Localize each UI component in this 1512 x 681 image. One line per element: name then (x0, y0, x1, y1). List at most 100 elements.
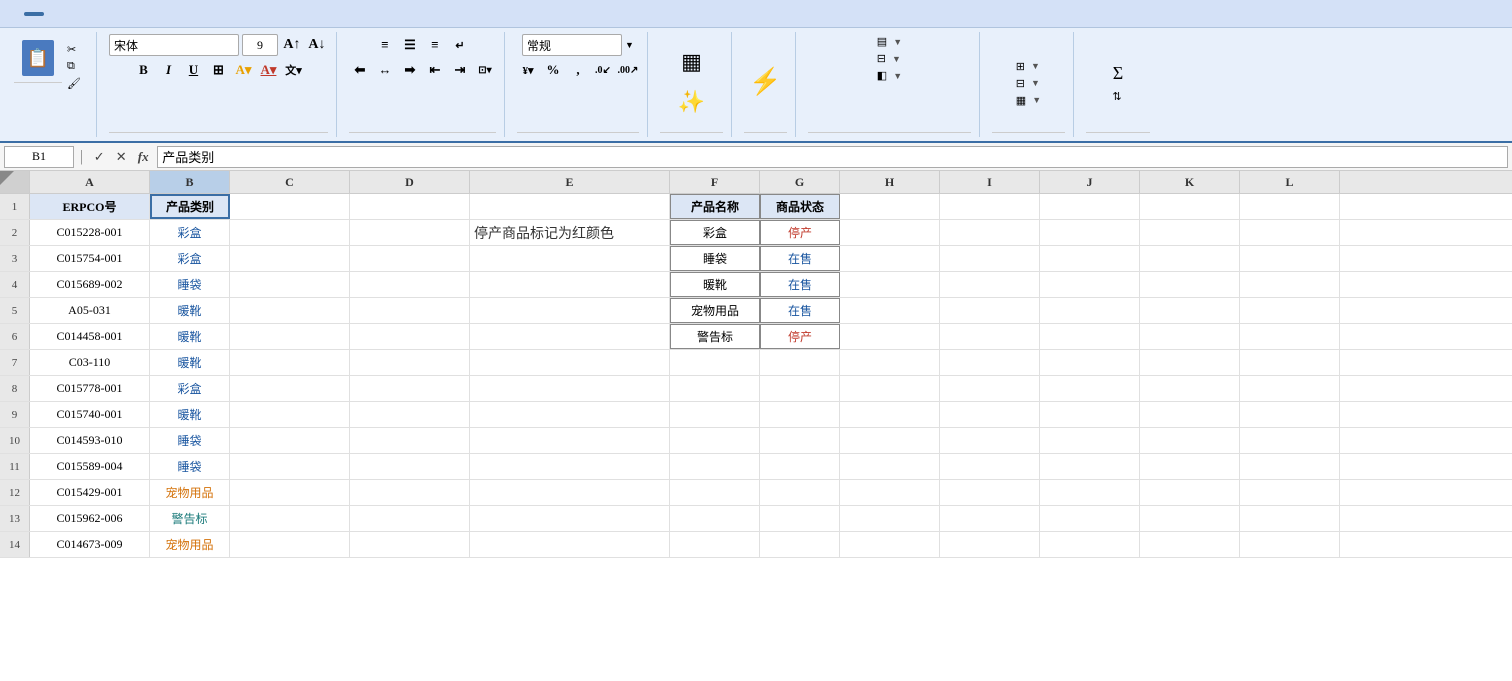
cell-11-K[interactable] (1140, 454, 1240, 479)
cell-7-D[interactable] (350, 350, 470, 375)
cell-9-G[interactable] (760, 402, 840, 427)
cell-5-L[interactable] (1240, 298, 1340, 323)
menu-formula[interactable] (124, 12, 144, 16)
cell-4-D[interactable] (350, 272, 470, 297)
cell-1-E[interactable] (470, 194, 670, 219)
cell-10-C[interactable] (230, 428, 350, 453)
cell-14-E[interactable] (470, 532, 670, 557)
table-beautify-button[interactable]: ✨ (672, 85, 711, 121)
cell-4-G[interactable]: 在售 (760, 272, 840, 297)
col-header-e[interactable]: E (470, 171, 670, 193)
sort-filter-button[interactable]: ⇅ (1107, 89, 1128, 104)
cell-3-L[interactable] (1240, 246, 1340, 271)
cell-6-H[interactable] (840, 324, 940, 349)
cell-13-A[interactable]: C015962-006 (30, 506, 150, 531)
cell-2-B[interactable]: 彩盒 (150, 220, 230, 245)
number-format-arrow[interactable]: ▼ (625, 40, 634, 50)
cell-10-J[interactable] (1040, 428, 1140, 453)
menu-insert[interactable] (64, 12, 84, 16)
cell-3-D[interactable] (350, 246, 470, 271)
col-header-c[interactable]: C (230, 171, 350, 193)
cell-8-I[interactable] (940, 376, 1040, 401)
align-left-btn[interactable]: ⬅ (349, 59, 371, 81)
menu-layout[interactable] (104, 12, 124, 16)
cell-4-F[interactable]: 暖靴 (670, 272, 760, 297)
cell-10-D[interactable] (350, 428, 470, 453)
row-number[interactable]: 11 (0, 454, 30, 479)
cell-9-J[interactable] (1040, 402, 1140, 427)
cell-6-L[interactable] (1240, 324, 1340, 349)
row-number[interactable]: 5 (0, 298, 30, 323)
cell-6-C[interactable] (230, 324, 350, 349)
formula-fx-icon[interactable]: fx (133, 147, 153, 167)
cell-4-C[interactable] (230, 272, 350, 297)
cell-13-C[interactable] (230, 506, 350, 531)
cell-14-G[interactable] (760, 532, 840, 557)
cell-1-L[interactable] (1240, 194, 1340, 219)
cell-5-C[interactable] (230, 298, 350, 323)
cell-1-B[interactable]: 产品类别 (150, 194, 230, 219)
col-header-f[interactable]: F (670, 171, 760, 193)
wen-btn[interactable]: 文▾ (282, 59, 304, 81)
cell-style-button[interactable]: ◧ ▼ (872, 68, 907, 83)
decimal-less-btn[interactable]: .0↙ (592, 59, 614, 81)
col-header-i[interactable]: I (940, 171, 1040, 193)
cell-10-E[interactable] (470, 428, 670, 453)
cell-11-I[interactable] (940, 454, 1040, 479)
cell-11-G[interactable] (760, 454, 840, 479)
formula-input[interactable] (157, 146, 1508, 168)
col-header-j[interactable]: J (1040, 171, 1140, 193)
cell-3-J[interactable] (1040, 246, 1140, 271)
font-name-input[interactable] (109, 34, 239, 56)
cell-10-G[interactable] (760, 428, 840, 453)
percent-btn[interactable]: % (542, 59, 564, 81)
menu-pdf[interactable] (204, 12, 224, 16)
align-top-right-btn[interactable]: ≡ (424, 34, 446, 56)
cell-13-G[interactable] (760, 506, 840, 531)
menu-help[interactable] (224, 12, 244, 16)
table-template-button[interactable]: ▦ (675, 45, 708, 81)
cell-5-I[interactable] (940, 298, 1040, 323)
cell-14-I[interactable] (940, 532, 1040, 557)
cell-1-C[interactable] (230, 194, 350, 219)
cell-2-A[interactable]: C015228-001 (30, 220, 150, 245)
cell-5-J[interactable] (1040, 298, 1140, 323)
cell-6-J[interactable] (1040, 324, 1140, 349)
border-button[interactable]: ⊞ (207, 59, 229, 81)
comma-btn[interactable]: , (567, 59, 589, 81)
cell-1-D[interactable] (350, 194, 470, 219)
delete-cell-button[interactable]: ⊟ ▼ (1011, 76, 1046, 91)
format-painter-button[interactable]: 🖌 (62, 76, 88, 91)
cell-14-D[interactable] (350, 532, 470, 557)
menu-file[interactable] (4, 12, 24, 16)
cell-8-D[interactable] (350, 376, 470, 401)
cell-8-K[interactable] (1140, 376, 1240, 401)
cell-9-F[interactable] (670, 402, 760, 427)
cell-7-H[interactable] (840, 350, 940, 375)
cell-8-H[interactable] (840, 376, 940, 401)
cell-9-A[interactable]: C015740-001 (30, 402, 150, 427)
paste-button[interactable]: 📋 (14, 36, 62, 82)
font-color-button[interactable]: A▾ (257, 59, 279, 81)
cell-7-C[interactable] (230, 350, 350, 375)
menu-officeplus[interactable] (44, 12, 64, 16)
menu-view[interactable] (184, 12, 204, 16)
row-number[interactable]: 13 (0, 506, 30, 531)
cell-14-J[interactable] (1040, 532, 1140, 557)
cell-12-K[interactable] (1140, 480, 1240, 505)
cell-5-H[interactable] (840, 298, 940, 323)
cell-4-L[interactable] (1240, 272, 1340, 297)
indent-less-btn[interactable]: ⇤ (424, 59, 446, 81)
cell-6-G[interactable]: 停产 (760, 324, 840, 349)
cell-9-D[interactable] (350, 402, 470, 427)
cell-8-L[interactable] (1240, 376, 1340, 401)
fill-color-button[interactable]: A▾ (232, 59, 254, 81)
cell-1-H[interactable] (840, 194, 940, 219)
cell-2-D[interactable] (350, 220, 470, 245)
cell-12-H[interactable] (840, 480, 940, 505)
cell-9-C[interactable] (230, 402, 350, 427)
cell-5-F[interactable]: 宠物用品 (670, 298, 760, 323)
row-number[interactable]: 2 (0, 220, 30, 245)
cell-13-I[interactable] (940, 506, 1040, 531)
cell-6-E[interactable] (470, 324, 670, 349)
